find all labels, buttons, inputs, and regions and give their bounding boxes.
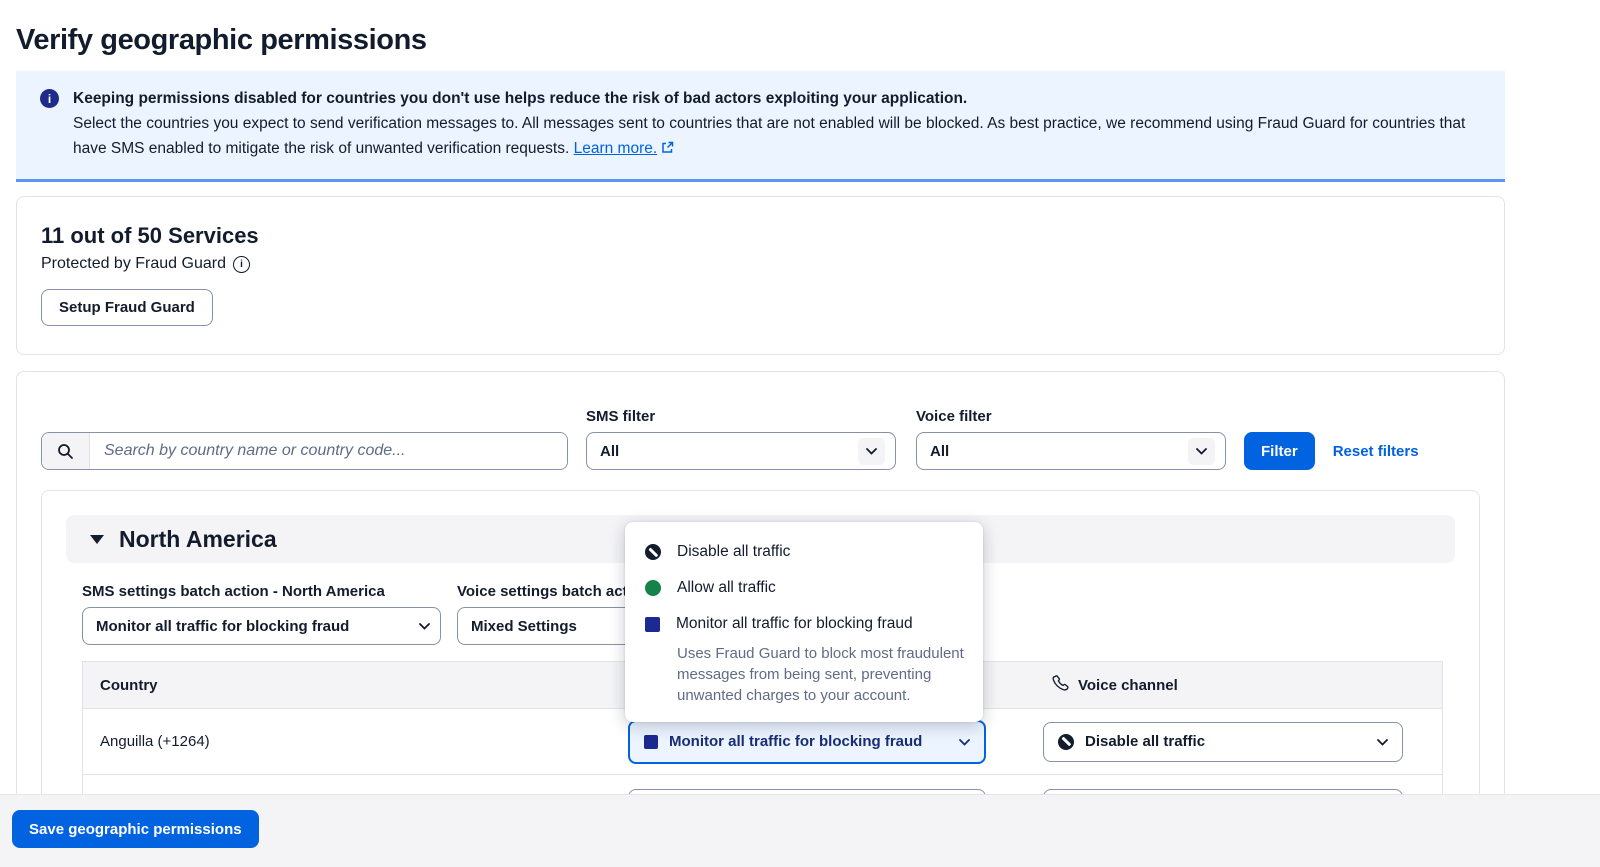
sms-channel-select[interactable]: Monitor all traffic for blocking fraud	[628, 720, 986, 764]
chevron-down-icon	[1188, 438, 1215, 465]
phone-icon	[1051, 674, 1069, 696]
sms-filter-select[interactable]: All	[586, 432, 896, 470]
banner-heading: Keeping permissions disabled for countri…	[73, 86, 1481, 111]
search-input[interactable]	[90, 433, 567, 469]
voice-column-header: Voice channel	[1003, 674, 1444, 696]
collapse-triangle-icon	[90, 535, 104, 544]
allow-traffic-icon	[645, 580, 661, 596]
menu-option-disable[interactable]: Disable all traffic	[625, 534, 983, 570]
country-name: Anguilla (+1264)	[83, 733, 612, 750]
voice-batch-value: Mixed Settings	[471, 618, 577, 635]
page-title: Verify geographic permissions	[16, 24, 1600, 57]
info-banner: i Keeping permissions disabled for count…	[16, 71, 1505, 182]
voice-column-label: Voice channel	[1078, 677, 1178, 694]
chevron-down-icon	[858, 438, 885, 465]
chevron-down-icon	[1377, 733, 1388, 750]
sms-batch-label: SMS settings batch action - North Americ…	[82, 583, 441, 600]
chevron-down-icon	[419, 623, 430, 630]
banner-body-text: Select the countries you expect to send …	[73, 115, 1465, 157]
menu-option-label: Allow all traffic	[677, 579, 776, 597]
banner-body: Select the countries you expect to send …	[73, 111, 1481, 162]
voice-filter-select[interactable]: All	[916, 432, 1226, 470]
external-link-icon	[661, 137, 674, 162]
chevron-down-icon	[959, 733, 970, 750]
voice-channel-select[interactable]: Disable all traffic	[1043, 722, 1403, 762]
traffic-options-menu: Disable all traffic Allow all traffic Mo…	[625, 522, 983, 722]
setup-fraud-guard-button[interactable]: Setup Fraud Guard	[41, 289, 213, 326]
monitor-traffic-icon	[645, 617, 660, 632]
voice-filter-value: All	[930, 443, 1188, 460]
voice-channel-value: Disable all traffic	[1085, 733, 1366, 750]
sms-channel-value: Monitor all traffic for blocking fraud	[669, 733, 948, 750]
voice-filter-label: Voice filter	[916, 408, 1226, 425]
sms-filter-label: SMS filter	[586, 408, 896, 425]
menu-option-monitor[interactable]: Monitor all traffic for blocking fraud	[625, 606, 983, 642]
sms-batch-select[interactable]: Monitor all traffic for blocking fraud	[82, 607, 441, 645]
services-subtitle: Protected by Fraud Guard	[41, 255, 226, 273]
footer-bar: Save geographic permissions	[0, 794, 1600, 867]
info-icon: i	[40, 89, 59, 108]
learn-more-link[interactable]: Learn more.	[574, 140, 658, 157]
sms-filter-value: All	[600, 443, 858, 460]
menu-option-label: Disable all traffic	[677, 543, 790, 561]
services-card: 11 out of 50 Services Protected by Fraud…	[16, 196, 1505, 355]
region-title: North America	[119, 526, 277, 553]
filter-button[interactable]: Filter	[1244, 432, 1315, 470]
sms-batch-value: Monitor all traffic for blocking fraud	[96, 618, 349, 635]
save-geographic-permissions-button[interactable]: Save geographic permissions	[12, 810, 259, 848]
menu-option-allow[interactable]: Allow all traffic	[625, 570, 983, 606]
disable-traffic-icon	[1058, 734, 1074, 750]
monitor-traffic-icon	[644, 735, 658, 749]
country-search	[41, 432, 568, 470]
country-column-header: Country	[83, 677, 612, 694]
reset-filters-link[interactable]: Reset filters	[1333, 432, 1419, 470]
menu-option-description: Uses Fraud Guard to block most fraudulen…	[677, 643, 965, 706]
services-count: 11 out of 50 Services	[41, 223, 1480, 249]
disable-traffic-icon	[645, 544, 661, 560]
fraud-guard-info-icon[interactable]: i	[233, 256, 250, 273]
search-icon	[42, 433, 90, 469]
menu-option-label: Monitor all traffic for blocking fraud	[676, 615, 913, 633]
